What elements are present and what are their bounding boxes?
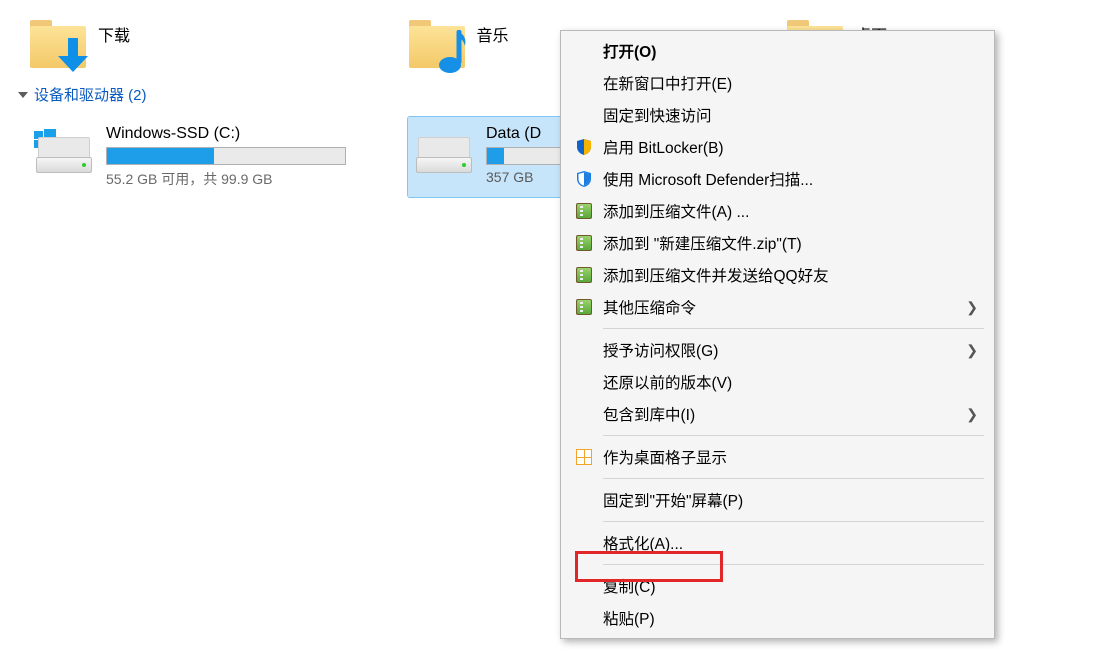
ctx-label: 包含到库中(I) <box>603 403 695 425</box>
grid-icon <box>573 449 595 465</box>
ctx-label: 授予访问权限(G) <box>603 339 718 361</box>
drive-c[interactable]: Windows-SSD (C:) 55.2 GB 可用，共 99.9 GB <box>28 117 408 197</box>
ctx-label: 启用 BitLocker(B) <box>603 136 724 158</box>
ctx-label: 添加到 "新建压缩文件.zip"(T) <box>603 232 802 254</box>
ctx-label: 添加到压缩文件并发送给QQ好友 <box>603 264 829 286</box>
drive-usage-bar <box>106 147 346 165</box>
section-label: 设备和驱动器 (2) <box>34 84 147 105</box>
ctx-label: 其他压缩命令 <box>603 296 696 318</box>
shield-icon <box>573 138 595 156</box>
ctx-separator <box>603 564 984 565</box>
music-folder-icon <box>409 20 465 68</box>
drive-icon <box>36 129 92 177</box>
drive-icon <box>416 129 472 177</box>
ctx-add-archive-send-qq[interactable]: 添加到压缩文件并发送给QQ好友 <box>563 259 992 291</box>
ctx-label: 固定到快速访问 <box>603 104 712 126</box>
archive-icon <box>573 299 595 315</box>
ctx-label: 固定到"开始"屏幕(P) <box>603 489 743 511</box>
context-menu: 打开(O) 在新窗口中打开(E) 固定到快速访问 启用 BitLocker(B)… <box>560 30 995 639</box>
ctx-pin-quick-access[interactable]: 固定到快速访问 <box>563 99 992 131</box>
ctx-pin-to-start[interactable]: 固定到"开始"屏幕(P) <box>563 484 992 516</box>
folder-label: 下载 <box>98 20 130 46</box>
ctx-show-as-desktop-grid[interactable]: 作为桌面格子显示 <box>563 441 992 473</box>
downloads-folder-icon <box>30 20 86 68</box>
ctx-paste[interactable]: 粘贴(P) <box>563 602 992 634</box>
ctx-label: 添加到压缩文件(A) ... <box>603 200 749 222</box>
ctx-other-compress-commands[interactable]: 其他压缩命令 ❯ <box>563 291 992 323</box>
ctx-separator <box>603 435 984 436</box>
drive-usage-bar <box>486 147 566 165</box>
submenu-arrow-icon: ❯ <box>966 299 978 316</box>
archive-icon <box>573 235 595 251</box>
drive-usage-fill <box>107 148 214 164</box>
ctx-separator <box>603 521 984 522</box>
submenu-arrow-icon: ❯ <box>966 406 978 423</box>
ctx-defender-scan[interactable]: 使用 Microsoft Defender扫描... <box>563 163 992 195</box>
ctx-format[interactable]: 格式化(A)... <box>563 527 992 559</box>
ctx-label: 还原以前的版本(V) <box>603 371 732 393</box>
ctx-label: 在新窗口中打开(E) <box>603 72 732 94</box>
folder-label: 音乐 <box>477 20 509 46</box>
ctx-separator <box>603 328 984 329</box>
ctx-label: 使用 Microsoft Defender扫描... <box>603 168 813 190</box>
archive-icon <box>573 267 595 283</box>
ctx-label: 复制(C) <box>603 575 656 597</box>
defender-shield-icon <box>573 170 595 188</box>
ctx-separator <box>603 478 984 479</box>
ctx-enable-bitlocker[interactable]: 启用 BitLocker(B) <box>563 131 992 163</box>
ctx-label: 粘贴(P) <box>603 607 655 629</box>
ctx-open[interactable]: 打开(O) <box>563 35 992 67</box>
ctx-grant-access[interactable]: 授予访问权限(G) ❯ <box>563 334 992 366</box>
ctx-add-to-named-zip[interactable]: 添加到 "新建压缩文件.zip"(T) <box>563 227 992 259</box>
caret-down-icon <box>18 92 28 98</box>
ctx-add-to-archive[interactable]: 添加到压缩文件(A) ... <box>563 195 992 227</box>
ctx-label: 格式化(A)... <box>603 532 683 554</box>
submenu-arrow-icon: ❯ <box>966 342 978 359</box>
drive-usage-fill <box>487 148 504 164</box>
ctx-label: 作为桌面格子显示 <box>603 446 727 468</box>
ctx-open-new-window[interactable]: 在新窗口中打开(E) <box>563 67 992 99</box>
ctx-copy[interactable]: 复制(C) <box>563 570 992 602</box>
drive-name: Windows-SSD (C:) <box>106 125 400 143</box>
ctx-include-in-library[interactable]: 包含到库中(I) ❯ <box>563 398 992 430</box>
ctx-restore-previous-versions[interactable]: 还原以前的版本(V) <box>563 366 992 398</box>
ctx-label: 打开(O) <box>603 40 656 62</box>
archive-icon <box>573 203 595 219</box>
folder-downloads[interactable]: 下载 <box>30 20 409 68</box>
drive-stats: 55.2 GB 可用，共 99.9 GB <box>106 169 400 189</box>
